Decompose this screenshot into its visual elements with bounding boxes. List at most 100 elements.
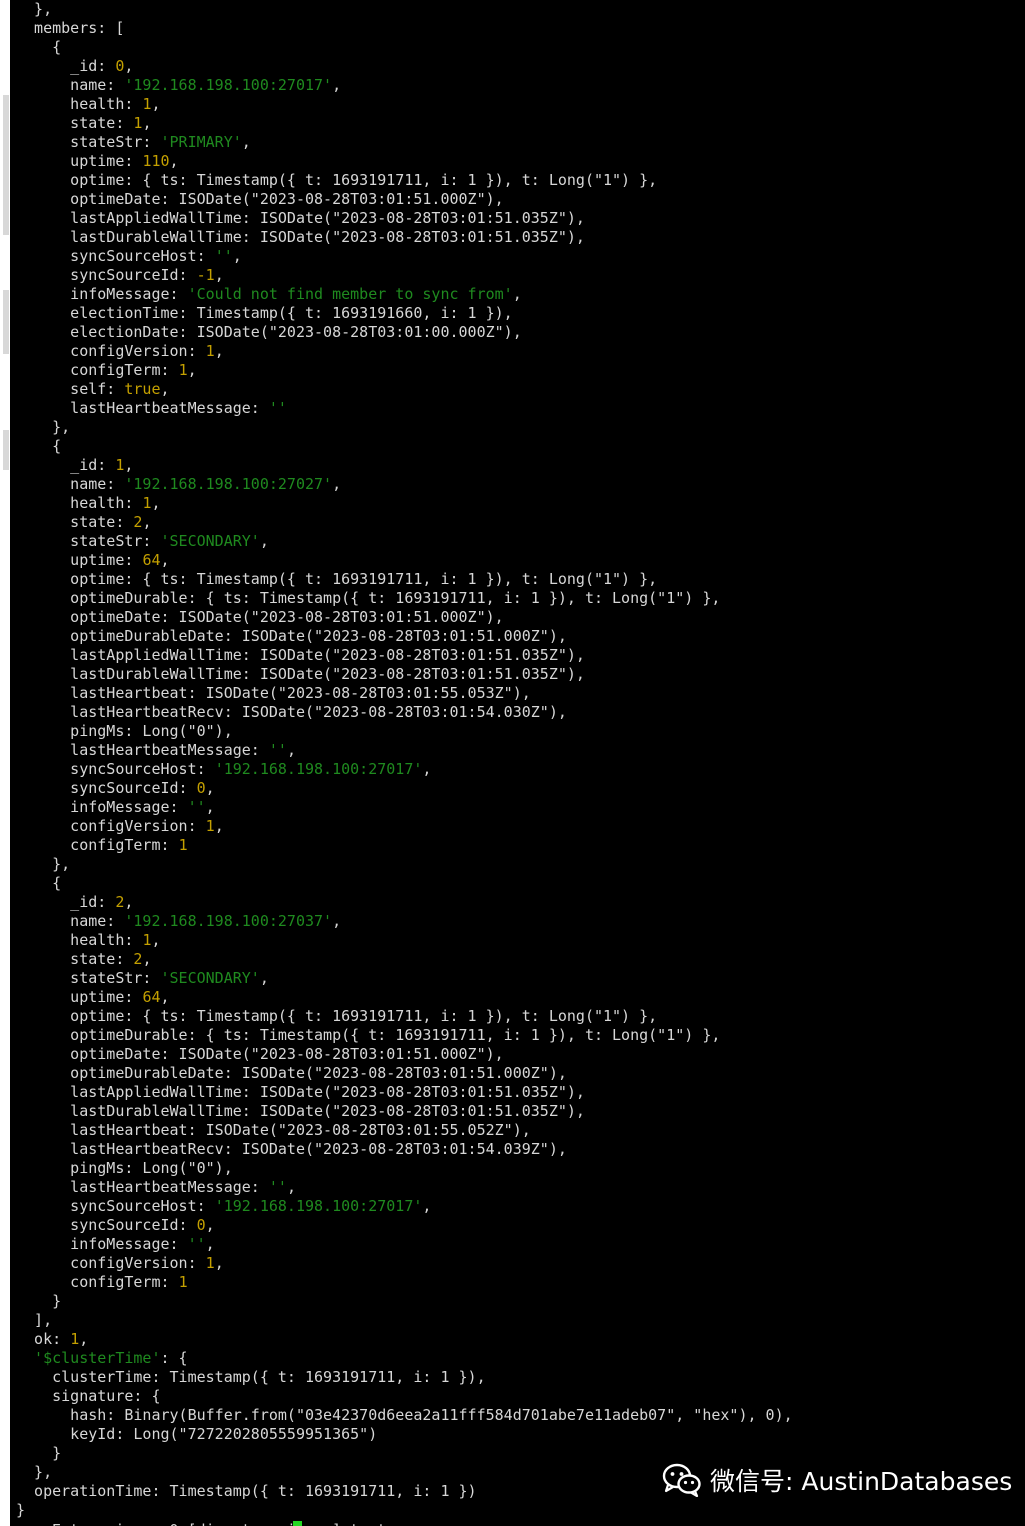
output-line: optimeDate: ISODate("2023-08-28T03:01:51… (16, 190, 793, 209)
output-token: , (286, 1178, 296, 1196)
output-token: health: (16, 95, 143, 113)
output-token: 'Could not find member to sync from' (187, 285, 513, 303)
wechat-icon (662, 1463, 702, 1497)
output-line: health: 1, (16, 95, 793, 114)
output-token: signature: { (16, 1387, 161, 1405)
output-line: configTerm: 1 (16, 1273, 793, 1292)
output-token: 1 (70, 1330, 80, 1348)
output-line: name: '192.168.198.100:27037', (16, 912, 793, 931)
output-token: , (187, 361, 197, 379)
output-line: }, (16, 0, 793, 19)
output-token: '' (268, 741, 287, 759)
output-token: , (205, 798, 215, 816)
output-token: } (16, 1444, 62, 1462)
output-token: uptime: (16, 551, 143, 569)
output-line: optimeDurableDate: ISODate("2023-08-28T0… (16, 1064, 793, 1083)
output-line: stateStr: 'PRIMARY', (16, 133, 793, 152)
output-line: infoMessage: '', (16, 798, 793, 817)
gutter-mark (3, 95, 9, 235)
output-token: optimeDurable: { ts: Timestamp({ t: 1693… (16, 1026, 721, 1044)
output-token: , (169, 152, 179, 170)
output-line: lastHeartbeatMessage: '', (16, 741, 793, 760)
output-token: lastHeartbeat: ISODate("2023-08-28T03:01… (16, 684, 531, 702)
output-token: 1 (178, 1273, 188, 1291)
output-line: '$clusterTime': { (16, 1349, 793, 1368)
output-line: syncSourceHost: '192.168.198.100:27017', (16, 760, 793, 779)
output-line: state: 2, (16, 513, 793, 532)
output-token: , (160, 380, 170, 398)
output-line: lastHeartbeat: ISODate("2023-08-28T03:01… (16, 1121, 793, 1140)
output-line: optimeDurable: { ts: Timestamp({ t: 1693… (16, 1026, 793, 1045)
output-line: { (16, 437, 793, 456)
output-token: lastHeartbeat: ISODate("2023-08-28T03:01… (16, 1121, 531, 1139)
output-token: , (214, 266, 224, 284)
output-line: pingMs: Long("0"), (16, 722, 793, 741)
output-line: optime: { ts: Timestamp({ t: 1693191711,… (16, 570, 793, 589)
output-token: true (124, 380, 161, 398)
output-token: '' (268, 399, 287, 417)
output-line: electionTime: Timestamp({ t: 1693191660,… (16, 304, 793, 323)
output-line: optimeDate: ISODate("2023-08-28T03:01:51… (16, 608, 793, 627)
output-line: configVersion: 1, (16, 1254, 793, 1273)
output-token: optimeDate: ISODate("2023-08-28T03:01:51… (16, 190, 504, 208)
output-line: ], (16, 1311, 793, 1330)
output-token: pingMs: Long("0"), (16, 1159, 233, 1177)
output-line: syncSourceId: 0, (16, 1216, 793, 1235)
output-line: lastAppliedWallTime: ISODate("2023-08-28… (16, 1083, 793, 1102)
output-token: 'PRIMARY' (160, 133, 242, 151)
output-token: optime: { ts: Timestamp({ t: 1693191711,… (16, 1007, 658, 1025)
output-line: configVersion: 1, (16, 817, 793, 836)
output-token: 64 (142, 988, 161, 1006)
output-token: configTerm: (16, 361, 179, 379)
output-token: infoMessage: (16, 285, 188, 303)
output-line: optime: { ts: Timestamp({ t: 1693191711,… (16, 171, 793, 190)
output-line: optimeDurable: { ts: Timestamp({ t: 1693… (16, 589, 793, 608)
output-token: state: (16, 950, 134, 968)
output-line: infoMessage: '', (16, 1235, 793, 1254)
output-token: '192.168.198.100:27017' (214, 1197, 423, 1215)
terminal-output[interactable]: }, members: [ { _id: 0, name: '192.168.1… (10, 0, 1025, 1526)
watermark: 微信号: AustinDatabases (662, 1462, 1012, 1498)
output-token: name: (16, 475, 125, 493)
output-line: }, (16, 855, 793, 874)
output-token: lastAppliedWallTime: ISODate("2023-08-28… (16, 1083, 585, 1101)
output-token: syncSourceId: (16, 779, 197, 797)
output-token: , (214, 342, 224, 360)
output-token: optimeDate: ISODate("2023-08-28T03:01:51… (16, 608, 504, 626)
output-line: state: 2, (16, 950, 793, 969)
output-token: optime: { ts: Timestamp({ t: 1693191711,… (16, 171, 658, 189)
output-token: health: (16, 931, 143, 949)
output-token: lastHeartbeatMessage: (16, 741, 269, 759)
output-token: 'SECONDARY' (160, 532, 260, 550)
output-token: , (151, 931, 161, 949)
output-token: , (512, 285, 522, 303)
output-line: _id: 2, (16, 893, 793, 912)
terminal-cursor (293, 1521, 302, 1526)
output-token: } (16, 1501, 26, 1519)
output-token: syncSourceHost: (16, 247, 215, 265)
output-token: infoMessage: (16, 798, 188, 816)
output-token: { (16, 874, 62, 892)
output-line: } (16, 1444, 793, 1463)
output-token: configVersion: (16, 1254, 206, 1272)
output-token: '$clusterTime' (16, 1349, 161, 1367)
output-token: self: (16, 380, 125, 398)
output-token: '192.168.198.100:27017' (214, 760, 423, 778)
gutter-mark (3, 430, 9, 470)
output-token: { (16, 38, 62, 56)
output-token: lastHeartbeatRecv: ISODate("2023-08-28T0… (16, 703, 567, 721)
output-line: lastAppliedWallTime: ISODate("2023-08-28… (16, 646, 793, 665)
output-token: , (259, 969, 269, 987)
output-token: electionDate: ISODate("2023-08-28T03:01:… (16, 323, 522, 341)
output-line: }, (16, 418, 793, 437)
output-line: name: '192.168.198.100:27017', (16, 76, 793, 95)
output-line: _id: 0, (16, 57, 793, 76)
output-line: configTerm: 1, (16, 361, 793, 380)
output-token: optimeDurableDate: ISODate("2023-08-28T0… (16, 627, 567, 645)
output-token: -1 (196, 266, 215, 284)
output-line: { (16, 874, 793, 893)
output-line: hash: Binary(Buffer.from("03e42370d6eea2… (16, 1406, 792, 1425)
output-token: 1 (205, 817, 215, 835)
output-line: _id: 1, (16, 456, 793, 475)
output-token: state: (16, 114, 134, 132)
